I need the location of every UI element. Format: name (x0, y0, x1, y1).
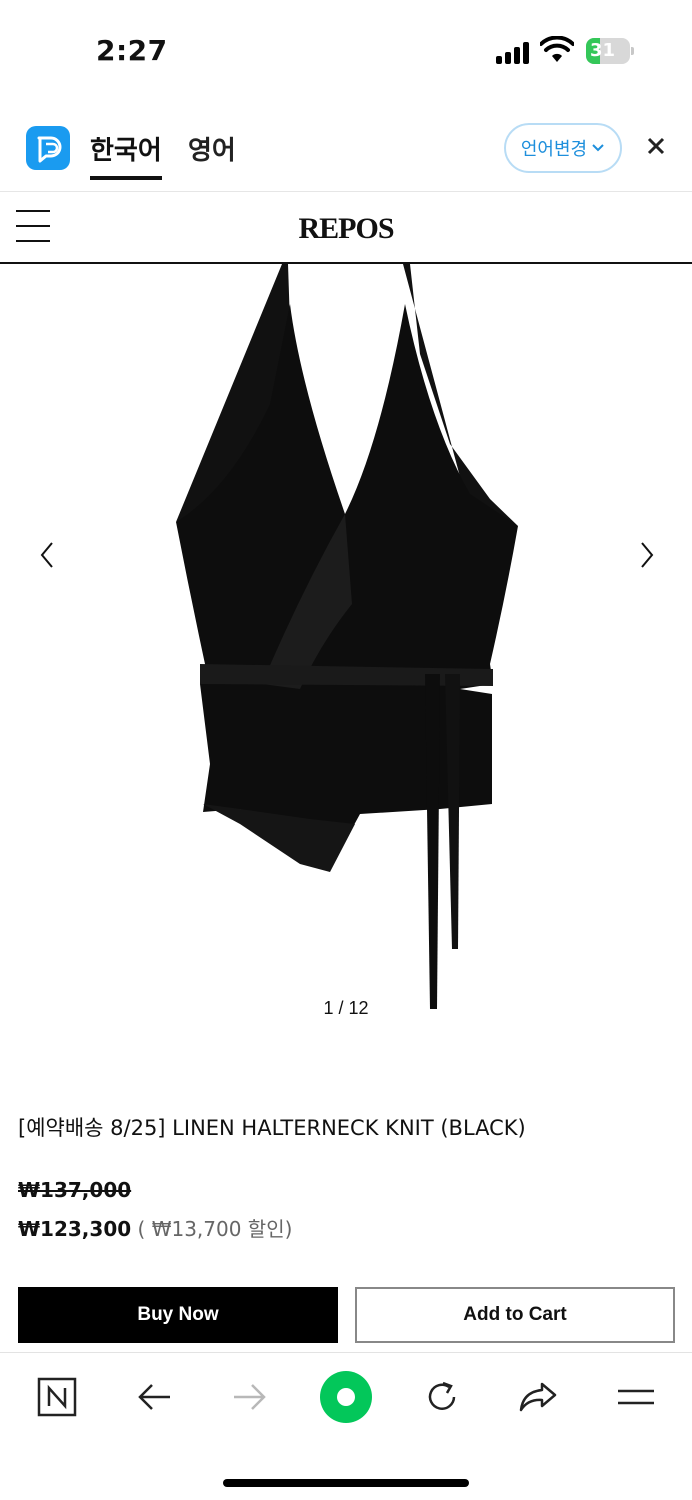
status-time: 2:27 (96, 34, 168, 67)
browser-toolbar (0, 1352, 692, 1500)
naver-n-icon[interactable] (33, 1373, 81, 1421)
site-logo[interactable]: REPOS (0, 212, 692, 246)
tab-source-language[interactable]: 한국어 (90, 130, 162, 167)
original-price: ₩137,000 (18, 1178, 132, 1202)
product-image (176, 264, 518, 1009)
status-bar: 2:27 31 (0, 0, 692, 100)
tab-target-language[interactable]: 영어 (188, 130, 236, 167)
discount-open: ( (131, 1217, 152, 1241)
buy-now-button[interactable]: Buy Now (18, 1287, 338, 1343)
cellular-signal-icon (496, 42, 532, 64)
product-title: [예약배송 8/25] LINEN HALTERNECK KNIT (BLACK… (18, 1116, 526, 1140)
change-language-button[interactable]: 언어변경 (504, 123, 622, 173)
home-indicator (223, 1479, 469, 1487)
chevron-down-icon (592, 144, 604, 152)
product-gallery[interactable]: 1 / 12 (0, 264, 692, 1044)
share-icon[interactable] (514, 1373, 562, 1421)
refresh-icon[interactable] (418, 1373, 466, 1421)
active-tab-indicator (90, 176, 162, 180)
sale-price: ₩123,300 (18, 1217, 132, 1241)
change-language-label: 언어변경 (520, 139, 588, 160)
battery-icon: 31 (586, 38, 634, 64)
battery-percent: 31 (590, 40, 616, 61)
close-icon[interactable] (640, 130, 672, 162)
menu-icon[interactable] (612, 1373, 660, 1421)
green-home-icon[interactable] (320, 1371, 372, 1423)
back-arrow-icon[interactable] (130, 1373, 178, 1421)
site-header: REPOS (0, 192, 692, 264)
sale-price-line: ₩123,300 ( ₩13,700 할인) (18, 1213, 292, 1242)
gallery-pager: 1 / 12 (323, 998, 369, 1018)
translation-bar: 한국어 영어 언어변경 (0, 100, 692, 192)
papago-icon[interactable] (26, 126, 70, 170)
chevron-left-icon[interactable] (36, 540, 60, 570)
wifi-icon (540, 36, 574, 62)
forward-arrow-icon[interactable] (226, 1373, 274, 1421)
discount-amount: ₩13,700 (151, 1217, 242, 1241)
add-to-cart-button[interactable]: Add to Cart (355, 1287, 675, 1343)
discount-label: 할인) (241, 1217, 293, 1241)
chevron-right-icon[interactable] (634, 540, 658, 570)
